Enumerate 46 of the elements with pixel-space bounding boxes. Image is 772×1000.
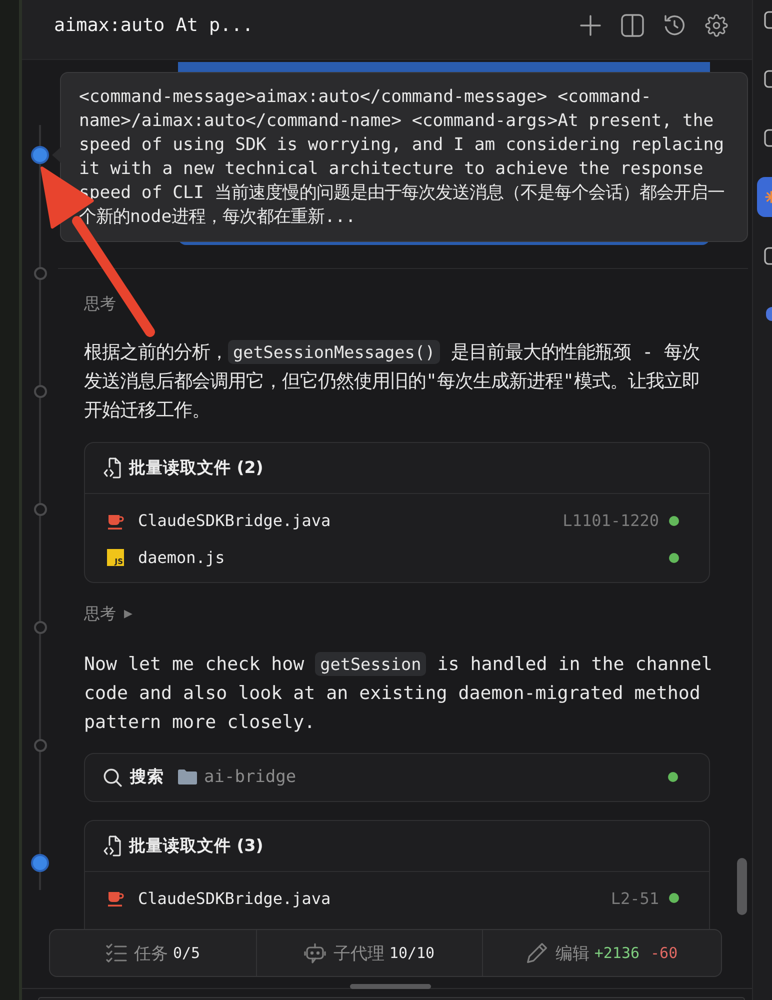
edits-button[interactable]: 编辑 +2136 -60 [483,930,721,976]
tooltip-pointer [52,147,61,163]
file-name[interactable]: ClaudeSDKBridge.java [138,511,331,530]
file-code-icon [103,834,121,856]
robot-icon [304,942,326,964]
partial-icon [764,70,772,88]
search-path: ai-bridge [204,767,296,787]
timeline-node[interactable] [34,738,46,752]
panel-title: aimax:auto At p... [54,15,254,36]
search-label: 搜索 [130,766,164,788]
partial-icon [764,247,772,265]
split-view-icon[interactable] [621,14,644,37]
scrollbar[interactable] [737,858,747,915]
resize-handle[interactable] [350,984,431,989]
message-text: 根据之前的分析， getSessionMessages() 是目前最大的性能瓶颈 - 每次发送消息后都会调用它，但它仍然使用旧的"每次生成新进程"模式。让我立即开始迁移工作。 [84,339,702,423]
timeline-node[interactable] [34,502,46,516]
message-text: Now let me check how getSession is handled in the channel code and also look at an existing daemon-migrated method pattern more closely. [84,650,714,734]
card-title: 批量读取文件 (3) [129,834,264,856]
card-title: 批量读取文件 (2) [129,457,264,479]
partial-icon [765,190,772,204]
timeline-node[interactable] [34,266,46,280]
timeline-node[interactable] [34,384,46,398]
subagents-button[interactable]: 子代理 10/10 [256,930,483,976]
line-range: L1101-1220 [562,511,659,530]
file-name[interactable]: ClaudeSDKBridge.java [138,888,331,908]
caret-icon: ▶ [124,604,132,624]
search-icon [103,768,122,786]
line-range: L2-51 [610,888,659,908]
coffee-cup-icon [107,889,124,907]
plus-icon[interactable] [580,15,601,36]
settings-icon[interactable] [705,14,728,37]
timeline-node[interactable] [31,854,49,872]
history-icon[interactable] [664,15,685,36]
timeline-node[interactable] [34,620,46,634]
folder-icon [178,769,197,785]
file-name[interactable]: daemon.js [138,548,225,567]
thinking-toggle[interactable]: 思考 ▶ [84,604,132,624]
tasks-button[interactable]: 任务 0/5 [50,930,256,976]
thinking-toggle[interactable]: 思考 [84,294,116,314]
checklist-icon [106,943,127,963]
timeline-node[interactable] [31,146,49,164]
sidebar-tab[interactable] [757,177,772,217]
pencil-icon [526,942,548,964]
file-code-icon [103,457,121,479]
partial-icon [764,129,772,147]
partial-icon [764,11,772,29]
